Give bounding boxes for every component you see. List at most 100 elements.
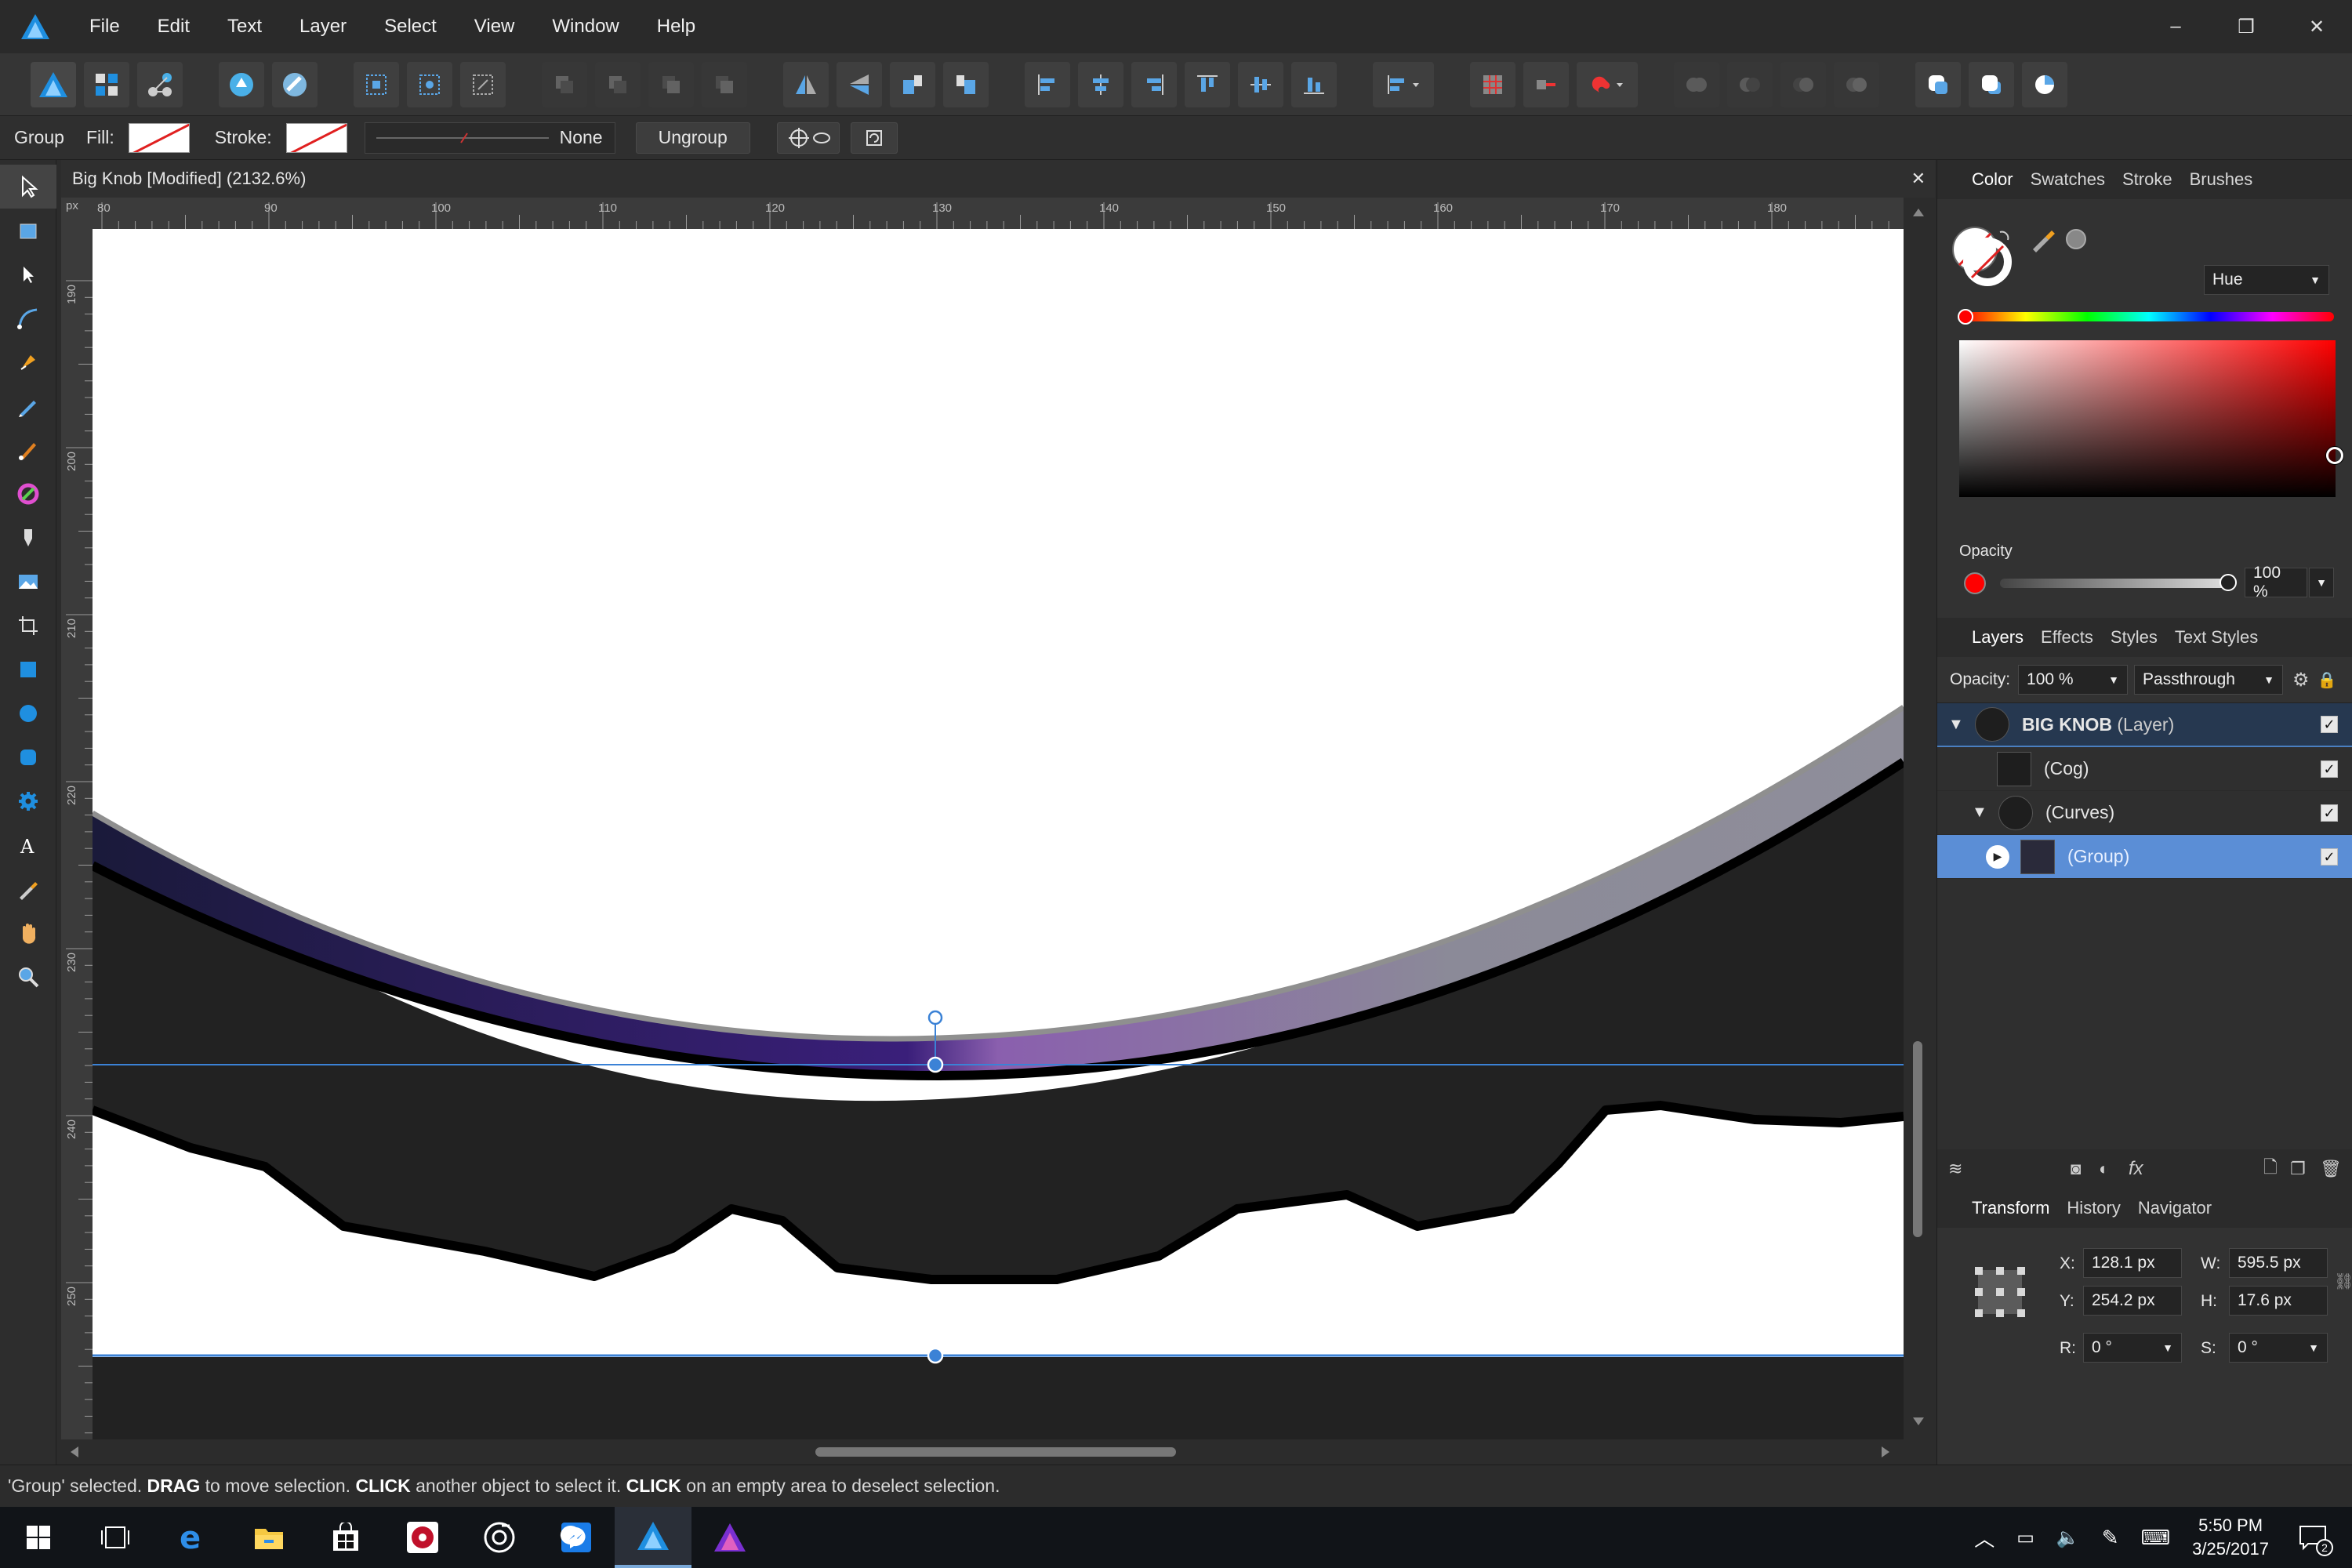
artwork[interactable]	[93, 229, 1904, 1439]
node-tool-icon[interactable]	[0, 252, 56, 296]
scroll-left-arrow-icon[interactable]	[71, 1446, 78, 1457]
tab-history[interactable]: History	[2067, 1198, 2120, 1218]
snapping-manager-icon[interactable]	[272, 61, 318, 107]
align-top-icon[interactable]	[1185, 61, 1230, 107]
minimize-button[interactable]: –	[2140, 16, 2211, 38]
layer-settings-gear-icon[interactable]: ⚙	[2292, 669, 2310, 691]
layer-row-cog[interactable]: (Cog) ✓	[1937, 747, 2352, 791]
tab-transform[interactable]: Transform	[1972, 1198, 2049, 1218]
x-position-field[interactable]: 128.1 px	[2083, 1248, 2182, 1278]
restore-button[interactable]: ❒	[2211, 16, 2281, 38]
vector-brush-tool-icon[interactable]	[0, 428, 56, 472]
adjustment-layer-icon[interactable]: ◐	[2099, 1159, 2109, 1179]
windows-start-icon[interactable]	[0, 1507, 77, 1568]
snapping-grid-icon[interactable]	[1470, 61, 1515, 107]
menu-window[interactable]: Window	[552, 16, 619, 38]
align-center-icon[interactable]	[1078, 61, 1123, 107]
hue-slider[interactable]	[1964, 312, 2334, 321]
clock[interactable]: 5:50 PM 3/25/2017	[2192, 1514, 2269, 1561]
tab-effects[interactable]: Effects	[2041, 627, 2093, 648]
rectangle-tool-icon[interactable]	[0, 648, 56, 691]
insert-inside-icon[interactable]	[1915, 61, 1961, 107]
opacity-value-field[interactable]: 100 %	[2245, 564, 2307, 601]
align-middle-icon[interactable]	[1238, 61, 1283, 107]
hue-slider-thumb[interactable]	[1958, 309, 1973, 325]
scroll-up-arrow-icon[interactable]	[1913, 209, 1924, 216]
aspect-lock-icon[interactable]: ⛓	[2334, 1272, 2352, 1291]
zoom-tool-icon[interactable]	[0, 955, 56, 999]
pen-tool-icon[interactable]	[0, 340, 56, 384]
transform-origin-icon[interactable]	[407, 61, 452, 107]
shear-field[interactable]: 0 ° ▼	[2229, 1333, 2328, 1363]
menu-text[interactable]: Text	[227, 16, 262, 38]
delete-layer-trash-icon[interactable]: 🗑	[2320, 1159, 2342, 1179]
ungroup-button[interactable]: Ungroup	[635, 122, 750, 154]
vertical-scroll-thumb[interactable]	[1913, 1041, 1922, 1237]
opacity-dropdown[interactable]: ▼	[2309, 568, 2334, 597]
tab-text-styles[interactable]: Text Styles	[2175, 627, 2258, 648]
fill-stroke-well[interactable]	[1948, 223, 2019, 293]
arrange-forward-icon[interactable]	[648, 61, 694, 107]
tab-stroke[interactable]: Stroke	[2122, 169, 2172, 190]
ruler-vertical[interactable]: 190 200 210 220 230 240 250	[61, 229, 93, 1439]
pixel-persona-icon[interactable]	[84, 61, 129, 107]
groove-music-icon[interactable]	[461, 1507, 538, 1568]
layer-opacity-select[interactable]: 100 % ▼	[2018, 665, 2129, 695]
insert-top-icon[interactable]	[2022, 61, 2067, 107]
saturation-brightness-field[interactable]	[1959, 340, 2336, 497]
menu-select[interactable]: Select	[384, 16, 437, 38]
rotation-handle[interactable]	[927, 1010, 943, 1025]
fill-swatch[interactable]	[128, 122, 190, 153]
transform-selection-icon[interactable]	[354, 61, 399, 107]
menu-edit[interactable]: Edit	[158, 16, 190, 38]
menu-view[interactable]: View	[474, 16, 515, 38]
color-picker-tool-icon[interactable]	[0, 867, 56, 911]
affinity-designer-taskbar-icon[interactable]	[615, 1507, 691, 1568]
designer-persona-icon[interactable]	[31, 61, 76, 107]
mask-layer-icon[interactable]: ◙	[2071, 1159, 2081, 1179]
artistic-text-tool-icon[interactable]: A	[0, 823, 56, 867]
arrange-front-icon[interactable]	[702, 61, 747, 107]
canvas[interactable]	[93, 229, 1904, 1439]
knob-body[interactable]	[93, 707, 1904, 1279]
tab-color[interactable]: Color	[1972, 169, 2013, 190]
ruler-horizontal[interactable]: 80 90 100 110 120 130 140 150 160 170 180 px	[61, 198, 1935, 229]
flip-horizontal-icon[interactable]	[783, 61, 829, 107]
corner-tool-icon[interactable]	[0, 296, 56, 340]
height-field[interactable]: 17.6 px	[2229, 1286, 2328, 1316]
layer-visibility-checkbox[interactable]: ✓	[2321, 848, 2338, 866]
boolean-subtract-icon[interactable]	[1727, 61, 1773, 107]
stroke-swatch[interactable]	[285, 122, 347, 153]
cog-tool-icon[interactable]	[0, 779, 56, 823]
fill-tool-icon[interactable]	[0, 472, 56, 516]
selection-handle-top[interactable]	[927, 1056, 944, 1073]
layer-lock-icon[interactable]: 🔒	[2318, 670, 2337, 690]
picked-color-swatch[interactable]	[2066, 229, 2086, 249]
alignment-dropdown-icon[interactable]	[1373, 61, 1434, 107]
messenger-icon[interactable]	[538, 1507, 615, 1568]
rotate-selection-icon[interactable]	[850, 122, 898, 154]
snapping-magnet-icon[interactable]	[1577, 61, 1638, 107]
opacity-slider-thumb[interactable]	[2220, 574, 2237, 591]
tab-swatches[interactable]: Swatches	[2031, 169, 2105, 190]
tab-styles[interactable]: Styles	[2111, 627, 2158, 648]
menu-help[interactable]: Help	[657, 16, 695, 38]
opacity-slider[interactable]	[2000, 579, 2227, 588]
close-document-icon[interactable]: ✕	[1911, 169, 1926, 189]
task-view-icon[interactable]	[77, 1507, 154, 1568]
pencil-tool-icon[interactable]	[0, 384, 56, 428]
horizontal-scrollbar[interactable]	[61, 1439, 1935, 1465]
file-explorer-icon[interactable]	[230, 1507, 307, 1568]
show-hidden-icons-chevron-icon[interactable]: ︿	[1974, 1523, 1994, 1552]
tab-layers[interactable]: Layers	[1972, 627, 2024, 648]
layer-row-group[interactable]: ▶ (Group) ✓	[1937, 835, 2352, 879]
volume-icon[interactable]: 🔈	[2056, 1526, 2080, 1549]
action-center-icon[interactable]: 2	[2297, 1522, 2333, 1556]
boolean-add-icon[interactable]	[1674, 61, 1719, 107]
flip-vertical-icon[interactable]	[837, 61, 882, 107]
media-app-icon[interactable]	[384, 1507, 461, 1568]
menu-layer[interactable]: Layer	[299, 16, 347, 38]
color-mode-select[interactable]: Hue ▼	[2204, 265, 2329, 295]
rotate-right-icon[interactable]	[943, 61, 989, 107]
selection-handle-bottom[interactable]	[927, 1347, 944, 1364]
